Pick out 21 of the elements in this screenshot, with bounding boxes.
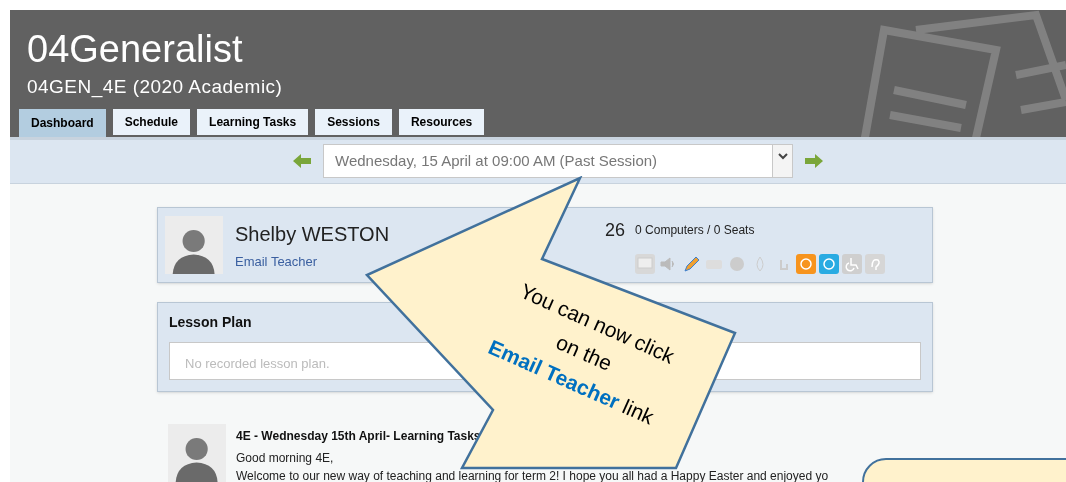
course-subtitle: 04GEN_4E (2020 Academic) — [26, 75, 284, 100]
session-dropdown[interactable]: Wednesday, 15 April at 09:00 AM (Past Session) — [323, 144, 793, 179]
post-text: Good morning 4E, — [236, 453, 335, 463]
monitor-icon — [635, 253, 655, 274]
wheelchair-icon — [842, 253, 862, 274]
nav-tab[interactable]: Resources — [398, 108, 485, 135]
chevron-down-icon — [777, 153, 788, 161]
email-teacher-link[interactable]: Email Teacher — [235, 251, 318, 272]
room-number: 26 — [605, 218, 626, 242]
course-title: 04Generalist — [26, 27, 244, 68]
nav-tab[interactable]: Learning Tasks — [197, 108, 309, 135]
forward-arrow-icon[interactable] — [805, 154, 823, 169]
back-arrow-icon[interactable] — [293, 154, 311, 169]
facilities-count: 0 Computers / 0 Seats — [635, 222, 755, 239]
post-text: Welcome to our new way of teaching and learning for term 2! I hope you all had a Happy Easter and enjoyed yo — [236, 471, 829, 481]
nav-tab[interactable]: Schedule — [112, 108, 191, 135]
nav-tab[interactable]: Sessions — [315, 108, 392, 135]
teacher-name: Shelby WESTON — [235, 221, 391, 247]
nav-tab[interactable]: Dashboard — [19, 108, 106, 137]
session-value: Wednesday, 15 April at 09:00 AM (Past Session) — [334, 151, 659, 172]
lesson-plan-title: Lesson Plan — [169, 313, 252, 332]
